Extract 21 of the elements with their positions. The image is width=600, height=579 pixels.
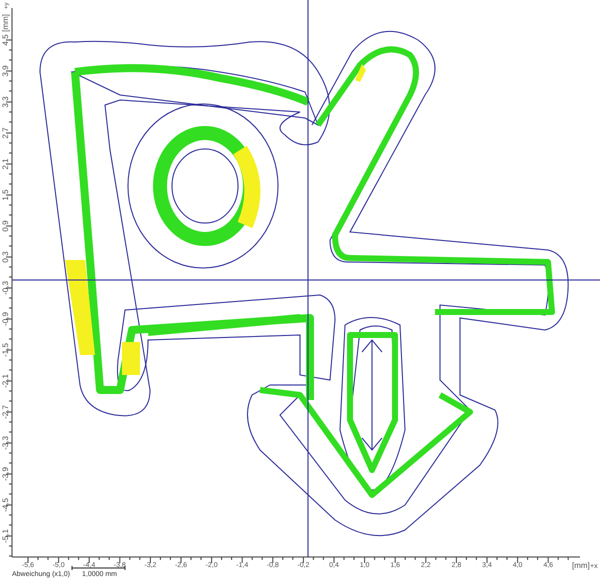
y-tick-label: -1,5 [1,343,10,357]
y-tick-label: -0,9 [1,312,10,326]
y-tick-label: 2,7 [1,127,10,139]
y-tick-label: 2,1 [1,158,10,170]
y-tick-label: -3,9 [1,467,10,481]
scale-bar [72,566,126,570]
y-tick-label: -3,3 [1,436,10,450]
y-tick-label: -2,1 [1,374,10,388]
y-tick-label: -4,5 [1,498,10,512]
direction-arrow-icon [362,339,382,451]
y-tick-label: 3,9 [1,65,10,77]
y-unit-label: [mm] [1,14,10,32]
x-unit-label: [mm] [572,561,590,570]
y-tick-label: 0,9 [1,220,10,232]
y-tick-label: 3,3 [1,96,10,108]
y-tick-label: -5,1 [1,529,10,543]
y-tick-label: 0,3 [1,251,10,263]
y-tick-label: -2,7 [1,405,10,419]
y-tick-label: 4,5 [1,34,10,46]
y-tick-label: -0,3 [1,281,10,295]
y-tick-label: 1,5 [1,189,10,201]
